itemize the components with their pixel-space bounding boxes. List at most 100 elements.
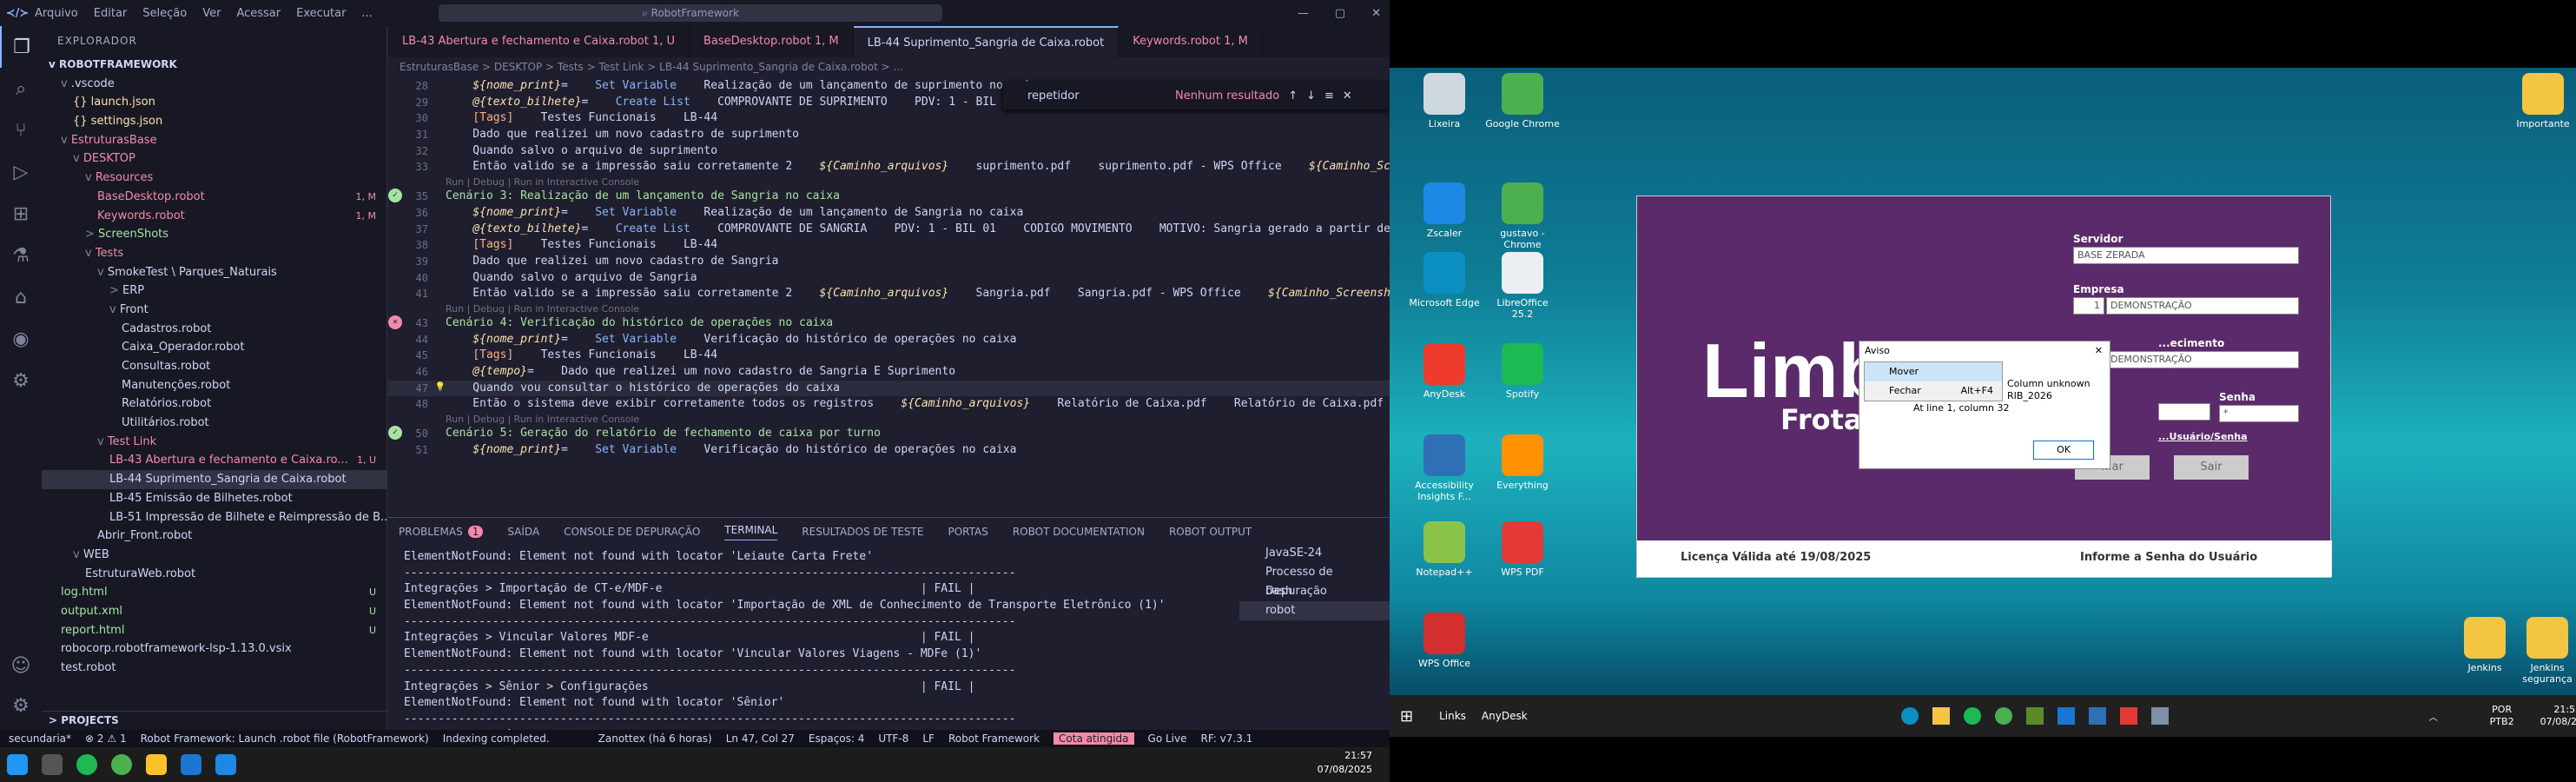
minimize-icon[interactable]: — [1298,7,1309,20]
desktop-icon[interactable]: Jenkins segurança [2510,617,2576,685]
code-line[interactable]: 50 ✓ Cenário 5: Geração do relatório de fe… [388,426,1390,442]
desktop-icon[interactable]: gustavo - Chrome [1485,182,1560,250]
anydesk-toolbar[interactable]: AnyDesk [1482,710,1528,722]
code-line[interactable]: 37 @{texto_bilhete}= Create List COMPROV… [388,222,1390,238]
test-pass-icon[interactable]: ✓ [388,426,402,441]
desktop-icon[interactable]: Notepad++ [1407,521,1482,578]
panel-tab[interactable]: ROBOT OUTPUT [1169,526,1252,538]
find-prev-icon[interactable]: ↑ [1288,89,1298,103]
panel-tab[interactable]: PROBLEMAS [399,526,463,538]
desktop-icon[interactable]: Zscaler [1407,182,1482,239]
code-line[interactable]: 43 ✕ Cenário 4: Verificação do histórico d… [388,315,1390,332]
tree-item[interactable]: Keywords.robot 1, M [42,207,386,226]
code-line[interactable]: 44 ${nome_print}= Set Variable Verificaç… [388,332,1390,348]
find-next-icon[interactable]: ↓ [1306,89,1316,103]
status-eol[interactable]: LF [922,732,935,745]
tree-item[interactable]: Caixa_Operador.robot [42,338,386,357]
tree-item[interactable]: LB-44 Suprimento_Sangria de Caixa.robot [42,470,386,489]
code-line[interactable]: 45 [Tags] Testes Funcionais LB-44 [388,348,1390,364]
explorer-icon[interactable]: ❐ [0,26,42,68]
tree-item[interactable]: v EstruturasBase [42,131,386,150]
desktop-icon[interactable]: Everything [1485,434,1560,491]
tree-item[interactable]: report.html U [42,621,386,640]
terminal-instance[interactable]: Processo de Depuração [1239,563,1390,598]
status-author[interactable]: Zanottex (há 6 horas) [598,732,712,745]
codelens[interactable]: Run | Debug | Run in Interactive Console [388,302,1390,315]
tree-item[interactable]: Utilitários.robot [42,414,386,433]
code-line[interactable]: 51 ${nome_print}= Set Variable Verificaç… [388,442,1390,459]
code-line[interactable]: 36 ${nome_print}= Set Variable Realizaçã… [388,205,1390,222]
tree-item[interactable]: Manutenções.robot [42,376,386,395]
tree-item[interactable]: LB-43 Abertura e fechamento e Caixa.ro..… [42,451,386,470]
terminal-instance[interactable]: robot [1239,601,1390,620]
links-toolbar[interactable]: Links [1439,710,1466,722]
find-input[interactable]: repetidor [1027,89,1166,103]
explorer-taskbar-icon[interactable] [1932,707,1950,725]
desktop-icon[interactable]: Accessibility Insights F... [1407,434,1482,502]
status-rf-version[interactable]: RF: v7.3.1 [1201,732,1253,745]
desktop-icon[interactable]: WPS PDF [1485,521,1560,578]
panel-tab[interactable]: RESULTADOS DE TESTE [802,526,923,538]
desktop-icon[interactable]: AnyDesk [1407,343,1482,400]
status-branch[interactable]: secundaria* [9,732,71,745]
status-errors[interactable]: ⊗ 2 ⚠ 1 [85,732,127,745]
aviso-close-icon[interactable]: ✕ [2095,345,2103,356]
context-menu-item[interactable]: Fechar Alt+F4 [1865,381,2002,401]
tree-item[interactable]: v Tests [42,244,386,263]
status-robot-launch[interactable]: Robot Framework: Launch .robot file (Rob… [141,732,429,745]
test-pass-icon[interactable]: ✓ [388,189,402,203]
tree-item[interactable]: test.robot [42,659,386,678]
tree-item[interactable]: v .vscode [42,75,386,94]
code-line[interactable]: 47 💡 Quando vou consultar o histórico de … [388,380,1390,397]
maximize-icon[interactable]: ▢ [1335,7,1345,20]
senha-input[interactable]: * [2219,405,2299,422]
desktop-icon[interactable]: Microsoft Edge [1407,252,1482,308]
tree-item[interactable]: EstruturaWeb.robot [42,565,386,584]
code-line[interactable]: 46 @{tempo}= Dado que realizei um novo c… [388,364,1390,381]
editor-tab[interactable]: LB-44 Suprimento_Sangria de Caixa.robot [853,26,1120,57]
remote-icon[interactable]: ⌂ [0,276,42,318]
source-control-icon[interactable]: ⑂ [0,109,42,151]
language-indicator[interactable]: POR PTB2 [2490,704,2514,728]
find-selection-icon[interactable]: ≡ [1324,89,1334,103]
menu-item[interactable]: Seleção [142,7,187,20]
code-line[interactable]: 33 Então valido se a impressão saiu corr… [388,159,1390,176]
terminal-output[interactable]: ElementNotFound: Element not found with … [404,549,1238,744]
empresa-code-input[interactable]: 1 [2073,297,2104,315]
close-icon[interactable]: ✕ [1371,7,1381,20]
run-debug-icon[interactable]: ▷ [0,151,42,193]
spotify-taskbar-icon[interactable] [69,747,104,782]
tree-item[interactable]: v Front [42,301,386,320]
menu-item[interactable]: Ver [202,7,221,20]
status-spaces[interactable]: Espaços: 4 [809,732,865,745]
code-line[interactable]: 31 Dado que realizei um novo cadastro de… [388,127,1390,143]
search-taskbar-icon[interactable] [35,747,69,782]
vscode-taskbar-icon[interactable] [174,747,208,782]
desktop-icon[interactable]: Importante [2506,73,2576,129]
panel-tab[interactable]: TERMINAL [724,524,778,540]
tree-item[interactable]: Abrir_Front.robot [42,527,386,546]
chrome-profile-taskbar-icon[interactable] [139,747,174,782]
tree-item[interactable]: Consultas.robot [42,357,386,376]
sair-button[interactable]: Sair [2174,455,2249,480]
panel-tab[interactable]: PORTAS [948,526,987,538]
extensions-icon[interactable]: ⊞ [0,193,42,235]
tree-item[interactable]: {} settings.json [42,112,386,131]
accessibility-taskbar-icon[interactable] [2088,707,2106,725]
status-position[interactable]: Ln 47, Col 27 [726,732,795,745]
code-line[interactable]: 30 [Tags] Testes Funcionais LB-44 [388,110,1390,127]
servidor-select[interactable]: BASE ZERADA [2073,247,2299,264]
panel-tab[interactable]: CONSOLE DE DEPURAÇÃO [564,526,700,538]
editor-tab[interactable]: Keywords.robot 1, M [1119,26,1263,57]
tree-item[interactable]: log.html U [42,583,386,602]
tree-item[interactable]: Relatórios.robot [42,394,386,414]
windows-start-icon[interactable] [0,747,35,782]
tree-item[interactable]: > ERP [42,282,386,301]
status-encoding[interactable]: UTF-8 [878,732,908,745]
spotify-taskbar-icon-right[interactable] [1963,707,1981,725]
tree-item[interactable]: output.xml U [42,602,386,621]
vscode-taskbar-icon-right[interactable] [2057,707,2075,725]
test-fail-icon[interactable]: ✕ [388,315,402,329]
desktop-icon[interactable]: WPS Office [1407,613,1482,669]
menu-item[interactable]: ... [361,7,372,20]
